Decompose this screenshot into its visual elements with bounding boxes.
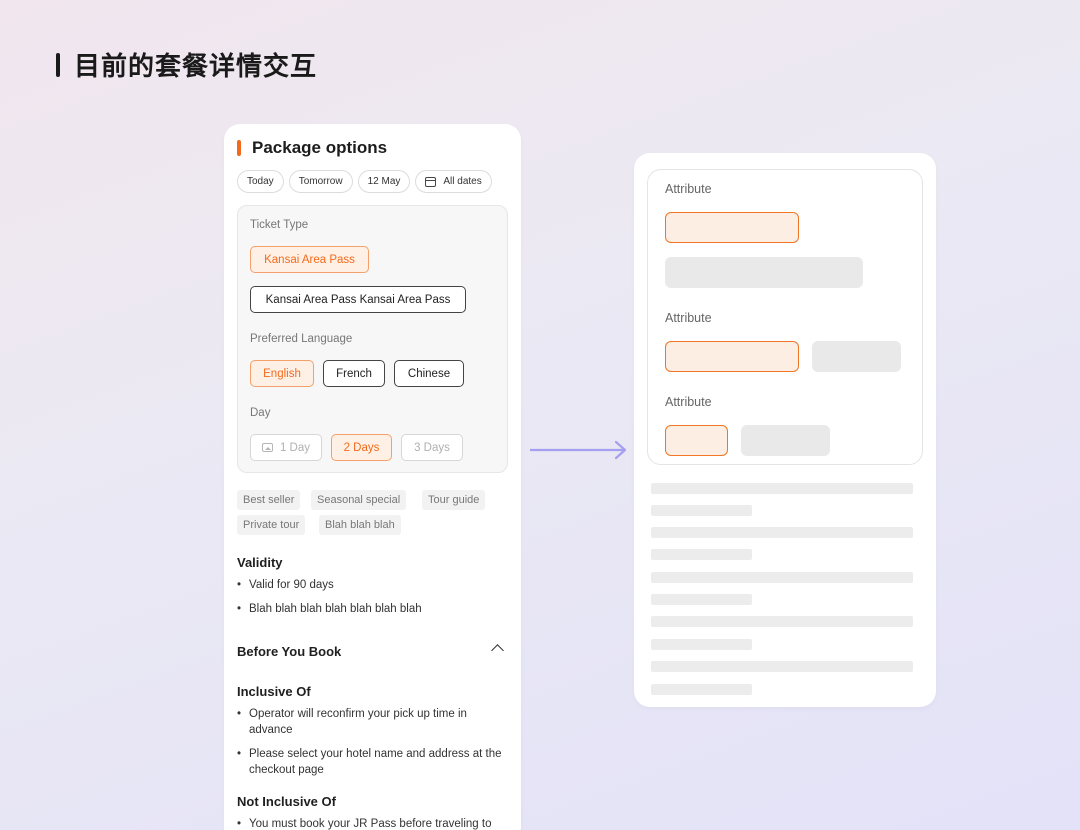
not-inclusive-of-title: Not Inclusive Of — [237, 794, 336, 809]
attribute-option-placeholder[interactable] — [665, 257, 863, 288]
tag-blah-blah-blah: Blah blah blah — [319, 515, 401, 535]
text-placeholder-line — [651, 549, 752, 560]
attribute-option-selected[interactable] — [665, 425, 728, 456]
inclusive-item: Please select your hotel name and addres… — [237, 747, 512, 778]
validity-item: Valid for 90 days — [237, 578, 512, 594]
text-placeholder-line — [651, 639, 752, 650]
attribute-label: Attribute — [665, 395, 712, 409]
attribute-option-selected[interactable] — [665, 212, 799, 243]
right-arrow-icon — [530, 440, 627, 460]
text-placeholder-line — [651, 527, 913, 538]
preferred-language-label: Preferred Language — [250, 333, 353, 345]
validity-title: Validity — [237, 555, 283, 570]
day-option-3-days[interactable]: 3 Days — [401, 434, 463, 461]
text-placeholder-line — [651, 505, 752, 516]
redesign-wireframe-card: Attribute Attribute Attribute — [634, 153, 936, 707]
heading-bar — [56, 52, 60, 77]
language-option-english[interactable]: English — [250, 360, 314, 387]
validity-item: Blah blah blah blah blah blah blah — [237, 602, 512, 618]
language-option-french[interactable]: French — [323, 360, 385, 387]
title-accent-bar — [237, 140, 241, 156]
page-heading-text: 目前的套餐详情交互 — [74, 52, 318, 82]
tag-private-tour: Private tour — [237, 515, 306, 535]
inclusive-item: Operator will reconfirm your pick up tim… — [237, 707, 512, 738]
before-you-book-title[interactable]: Before You Book — [237, 644, 341, 659]
text-placeholder-line — [651, 483, 913, 494]
attribute-label: Attribute — [665, 182, 712, 196]
text-placeholder-line — [651, 572, 913, 583]
all-dates-label: All dates — [443, 176, 482, 187]
language-option-chinese[interactable]: Chinese — [394, 360, 464, 387]
attribute-option-selected[interactable] — [665, 341, 799, 372]
options-box: Ticket Type Kansai Area Pass Kansai Area… — [237, 205, 508, 473]
not-inclusive-item: You must book your JR Pass before travel… — [237, 817, 512, 830]
package-options-title: Package options — [252, 138, 388, 157]
attribute-option-placeholder[interactable] — [741, 425, 830, 456]
chevron-up-icon[interactable] — [491, 644, 504, 657]
attribute-option-placeholder[interactable] — [812, 341, 901, 372]
tag-seasonal-special: Seasonal special — [311, 490, 407, 510]
text-placeholder-line — [651, 661, 913, 672]
ticket-option-kansai-area-pass-long[interactable]: Kansai Area Pass Kansai Area Pass — [250, 286, 466, 313]
tag-tour-guide: Tour guide — [422, 490, 486, 510]
day-option-1-day-label: 1 Day — [279, 441, 311, 454]
page-heading: 目前的套餐详情交互 — [56, 46, 317, 83]
text-placeholder-line — [651, 684, 752, 695]
tag-best-seller: Best seller — [237, 490, 301, 510]
ticket-type-label: Ticket Type — [250, 219, 309, 231]
date-chips: Today Tomorrow 12 May All dates — [237, 170, 492, 193]
date-chip-today[interactable]: Today — [237, 170, 284, 193]
text-placeholder-line — [651, 616, 913, 627]
date-chip-12-may[interactable]: 12 May — [357, 170, 411, 193]
inclusive-of-title: Inclusive Of — [237, 684, 311, 699]
day-label: Day — [250, 407, 271, 419]
package-options-header: Package options — [237, 138, 387, 158]
attribute-box: Attribute Attribute Attribute — [647, 169, 923, 465]
date-chip-all-dates[interactable]: All dates — [415, 170, 492, 193]
ticket-option-kansai-area-pass[interactable]: Kansai Area Pass — [250, 246, 369, 273]
attribute-label: Attribute — [665, 311, 712, 325]
day-option-1-day[interactable]: 1 Day — [250, 434, 322, 461]
calendar-icon — [425, 176, 437, 187]
day-option-2-days[interactable]: 2 Days — [331, 434, 392, 461]
text-placeholder-line — [651, 594, 752, 605]
package-options-card: Package options Today Tomorrow 12 May Al… — [224, 124, 521, 830]
date-chip-tomorrow[interactable]: Tomorrow — [288, 170, 353, 193]
image-icon — [261, 443, 273, 452]
